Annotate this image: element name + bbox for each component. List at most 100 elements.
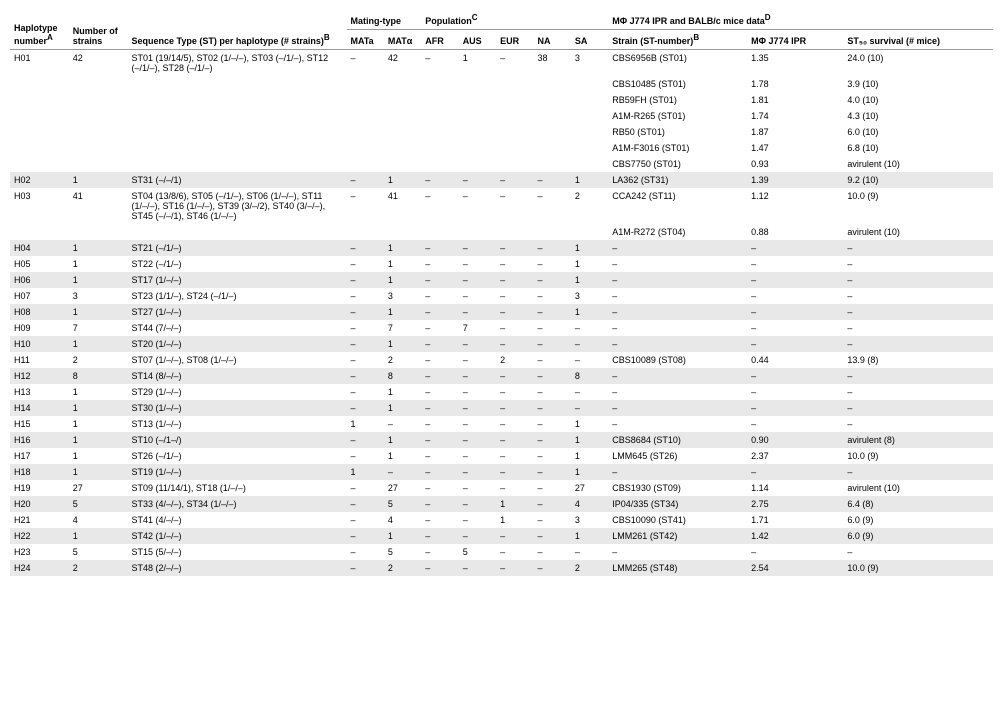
cell-IPR: 1.39 — [747, 172, 843, 188]
cell-strain: – — [608, 240, 747, 256]
cell-NA — [533, 124, 570, 140]
cell-N: 1 — [69, 384, 128, 400]
cell-SA: 1 — [571, 272, 608, 288]
cell-MATa — [347, 124, 384, 140]
cell-SA: 8 — [571, 368, 608, 384]
cell-IPR: 1.87 — [747, 124, 843, 140]
cell-NA: – — [533, 320, 570, 336]
cell-strain: CBS10089 (ST08) — [608, 352, 747, 368]
cell-AFR — [421, 76, 458, 92]
th-stper: Sequence Type (ST) per haplotype (# stra… — [128, 10, 347, 50]
cell-EUR: – — [496, 172, 533, 188]
cell-MATalpha: 5 — [384, 544, 421, 560]
cell-MATa: – — [347, 352, 384, 368]
cell-NA: – — [533, 288, 570, 304]
cell-AFR: – — [421, 368, 458, 384]
cell-AUS: – — [459, 172, 496, 188]
cell-N — [69, 76, 128, 92]
cell-H: H10 — [10, 336, 69, 352]
table-row: H161ST10 (–/1–/)–1––––1CBS8684 (ST10)0.9… — [10, 432, 993, 448]
cell-strain: CBS1930 (ST09) — [608, 480, 747, 496]
cell-N: 41 — [69, 188, 128, 224]
cell-ST50: avirulent (10) — [843, 156, 993, 172]
cell-N: 1 — [69, 256, 128, 272]
cell-MATa: 1 — [347, 464, 384, 480]
cell-NA — [533, 156, 570, 172]
cell-ST50: 4.3 (10) — [843, 108, 993, 124]
cell-H: H21 — [10, 512, 69, 528]
cell-SA: – — [571, 336, 608, 352]
cell-H — [10, 108, 69, 124]
cell-AUS: – — [459, 304, 496, 320]
cell-N: 1 — [69, 272, 128, 288]
cell-AFR: – — [421, 320, 458, 336]
cell-MATalpha: 1 — [384, 256, 421, 272]
cell-NA: – — [533, 416, 570, 432]
cell-NA — [533, 92, 570, 108]
cell-NA: – — [533, 448, 570, 464]
cell-N: 1 — [69, 528, 128, 544]
cell-NA: – — [533, 304, 570, 320]
cell-EUR: – — [496, 50, 533, 77]
cell-strain: IP04/335 (ST34) — [608, 496, 747, 512]
cell-AFR — [421, 140, 458, 156]
cell-MATa: – — [347, 544, 384, 560]
cell-AUS — [459, 76, 496, 92]
cell-ST50: – — [843, 416, 993, 432]
cell-AFR — [421, 124, 458, 140]
cell-IPR: 0.44 — [747, 352, 843, 368]
cell-ST — [128, 92, 347, 108]
th-mphi: MΦ J774 IPR and BALB/c mice dataD — [608, 10, 993, 30]
cell-SA: – — [571, 352, 608, 368]
cell-SA: – — [571, 544, 608, 560]
cell-ST: ST21 (–/1/–) — [128, 240, 347, 256]
cell-N: 1 — [69, 240, 128, 256]
cell-ST: ST42 (1/–/–) — [128, 528, 347, 544]
cell-NA: – — [533, 172, 570, 188]
cell-H: H15 — [10, 416, 69, 432]
cell-AFR: – — [421, 544, 458, 560]
cell-MATalpha: 27 — [384, 480, 421, 496]
cell-N: 1 — [69, 400, 128, 416]
cell-ST — [128, 124, 347, 140]
cell-AFR: – — [421, 416, 458, 432]
cell-NA: – — [533, 400, 570, 416]
cell-H: H20 — [10, 496, 69, 512]
cell-N: 2 — [69, 352, 128, 368]
cell-strain: RB50 (ST01) — [608, 124, 747, 140]
cell-IPR: 2.75 — [747, 496, 843, 512]
table-row: H171ST26 (–/1/–)–1––––1LMM645 (ST26)2.37… — [10, 448, 993, 464]
cell-EUR: – — [496, 560, 533, 576]
cell-AFR: – — [421, 528, 458, 544]
cell-N: 1 — [69, 432, 128, 448]
cell-AUS: 7 — [459, 320, 496, 336]
cell-H — [10, 156, 69, 172]
cell-strain: – — [608, 336, 747, 352]
cell-MATa: – — [347, 368, 384, 384]
cell-N — [69, 156, 128, 172]
cell-MATa: – — [347, 400, 384, 416]
cell-IPR: – — [747, 320, 843, 336]
cell-SA: 1 — [571, 172, 608, 188]
cell-MATalpha: 1 — [384, 384, 421, 400]
table-row: H242ST48 (2/–/–)–2––––2LMM265 (ST48)2.54… — [10, 560, 993, 576]
cell-ST: ST17 (1/–/–) — [128, 272, 347, 288]
table-row: H112ST07 (1/–/–), ST08 (1/–/–)–2––2––CBS… — [10, 352, 993, 368]
cell-AFR: – — [421, 188, 458, 224]
cell-AUS: – — [459, 384, 496, 400]
cell-N: 7 — [69, 320, 128, 336]
cell-AUS: – — [459, 512, 496, 528]
cell-AFR: – — [421, 240, 458, 256]
cell-ST: ST09 (11/14/1), ST18 (1/–/–) — [128, 480, 347, 496]
cell-IPR: – — [747, 464, 843, 480]
cell-H: H13 — [10, 384, 69, 400]
cell-MATalpha — [384, 224, 421, 240]
th-strain: Strain (ST-number)B — [608, 30, 747, 50]
cell-H: H03 — [10, 188, 69, 224]
cell-NA: – — [533, 496, 570, 512]
cell-NA: – — [533, 240, 570, 256]
cell-MATa: – — [347, 50, 384, 77]
cell-NA — [533, 108, 570, 124]
cell-strain: RB59FH (ST01) — [608, 92, 747, 108]
cell-strain: – — [608, 320, 747, 336]
